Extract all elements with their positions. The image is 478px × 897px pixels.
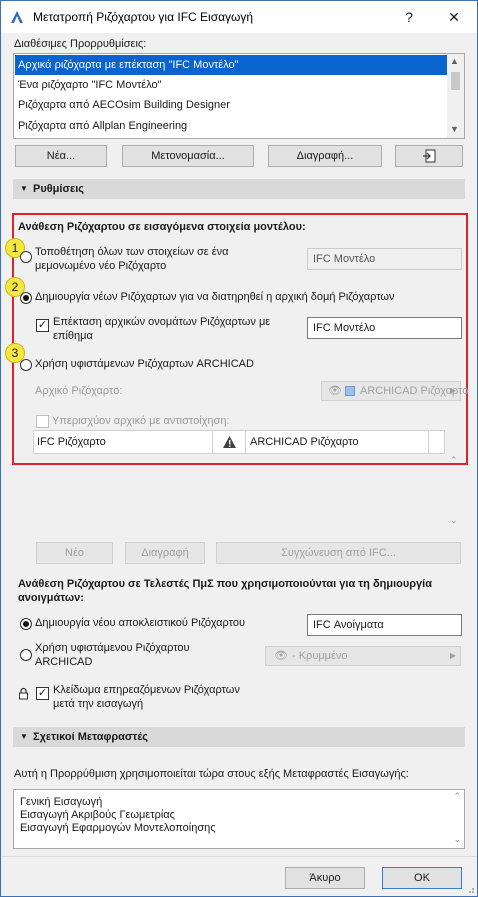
dropdown-arrow-icon: ▶ xyxy=(449,386,456,395)
collapse-triangle-icon: ▼ xyxy=(20,184,28,193)
grid-scroll-up-icon[interactable]: ⌃ xyxy=(450,455,458,466)
single-layer-label-line1: Τοποθέτηση όλων των στοιχείων σε ένα xyxy=(35,246,229,258)
single-layer-radio[interactable] xyxy=(20,251,32,263)
scroll-up-icon[interactable]: ▲ xyxy=(450,56,459,66)
single-layer-label-line2: μεμονωμένο νέο Ριζόχαρτο xyxy=(35,260,167,272)
existing-opening-layer-label-line2: ARCHICAD xyxy=(35,656,93,668)
collapse-triangle-icon: ▼ xyxy=(20,732,28,741)
new-layers-label: Δημιουργία νέων Ριζόχαρτων για να διατηρ… xyxy=(35,291,395,303)
lock-layers-label-line1: Κλείδωμα επηρεαζόμενων Ριζόχαρτων xyxy=(53,684,240,696)
layer-icon xyxy=(345,386,355,396)
footer-bar: Άκυρο OK xyxy=(1,856,477,896)
grid-warning-cell xyxy=(212,431,246,453)
presets-scrollbar[interactable]: ▲ ▼ xyxy=(447,54,464,138)
lock-icon xyxy=(19,687,28,700)
grid-scroll-down-icon[interactable]: ⌄ xyxy=(450,515,458,526)
close-button[interactable]: ✕ xyxy=(443,7,465,27)
grid-divider xyxy=(428,431,429,453)
existing-layers-label: Χρήση υφιστάμενων Ριζόχαρτων ARCHICAD xyxy=(35,358,254,370)
openings-heading-line2: ανοιγμάτων: xyxy=(18,592,84,604)
delete-mapping-button[interactable]: Διαγραφή xyxy=(125,542,205,564)
window-title: Μετατροπή Ριζόχαρτου για IFC Εισαγωγή xyxy=(33,10,254,24)
original-layer-label: Αρχικό Ριζόχαρτο: xyxy=(35,385,123,397)
new-opening-layer-radio[interactable] xyxy=(20,618,32,630)
new-preset-button[interactable]: Νέα... xyxy=(15,145,107,167)
settings-header-label: Ρυθμίσεις xyxy=(33,183,84,195)
presets-label: Διαθέσιμες Προρρυθμίσεις: xyxy=(14,38,147,50)
existing-opening-layer-dropdown[interactable]: 👁 - Κρυμμένο ▶ xyxy=(265,646,461,666)
settings-section-header[interactable]: ▼ Ρυθμίσεις xyxy=(13,179,465,199)
override-mapping-checkbox[interactable] xyxy=(36,415,49,428)
scroll-down-icon[interactable]: ▼ xyxy=(450,124,459,134)
new-layers-radio[interactable] xyxy=(20,292,32,304)
scroll-thumb[interactable] xyxy=(451,72,460,90)
presets-list[interactable]: Αρχικά ριζόχαρτα με επέκταση "IFC Μοντέλ… xyxy=(13,53,465,139)
dropdown-arrow-icon: ▶ xyxy=(449,651,456,660)
layer-assignment-heading: Ανάθεση Ριζόχαρτου σε εισαγόμενα στοιχεί… xyxy=(18,221,306,233)
translator-item: Εισαγωγή Ακριβούς Γεωμετρίας xyxy=(20,809,175,821)
warning-icon xyxy=(223,436,236,448)
existing-opening-layer-value: - Κρυμμένο xyxy=(292,650,348,662)
preset-item[interactable]: Ριζόχαρτα από AECOsim Building Designer xyxy=(15,95,447,115)
cancel-button[interactable]: Άκυρο xyxy=(285,867,365,889)
openings-heading-line1: Ανάθεση Ριζόχαρτου σε Τελεστές ΠμΣ που χ… xyxy=(18,578,432,590)
import-icon xyxy=(423,149,436,163)
extend-names-label-line2: επίθημα xyxy=(53,330,93,342)
translators-header-label: Σχετικοί Μεταφραστές xyxy=(33,731,149,743)
extend-names-label-line1: Επέκταση αρχικών ονομάτων Ριζόχαρτων με xyxy=(53,316,271,328)
override-mapping-label: Υπερισχύον αρχικό με αντιστοίχηση: xyxy=(52,415,230,427)
dialog-window: Μετατροπή Ριζόχαρτου για IFC Εισαγωγή ? … xyxy=(0,0,478,897)
suffix-field[interactable]: IFC Μοντέλο xyxy=(307,317,462,339)
original-layer-dropdown[interactable]: 👁 ARCHICAD Ριζόχαρτο ▶ xyxy=(321,381,468,401)
ok-button[interactable]: OK xyxy=(382,867,462,889)
existing-opening-layer-label-line1: Χρήση υφιστάμενου Ριζόχαρτου xyxy=(35,642,190,654)
single-layer-name-field[interactable]: IFC Μοντέλο xyxy=(307,248,462,270)
lock-layers-label-line2: μετά την εισαγωγή xyxy=(53,698,144,710)
preset-item[interactable]: Ένα ριζόχαρτο "IFC Μοντέλο" xyxy=(15,75,447,95)
mapping-grid[interactable]: IFC Ριζόχαρτο ARCHICAD Ριζόχαρτο xyxy=(33,430,445,454)
existing-opening-layer-radio[interactable] xyxy=(20,649,32,661)
title-bar: Μετατροπή Ριζόχαρτου για IFC Εισαγωγή ? … xyxy=(1,1,477,33)
new-opening-layer-label: Δημιουργία νέου αποκλειστικού Ριζόχαρτου xyxy=(35,617,245,629)
translator-item: Γενική Εισαγωγή xyxy=(20,796,103,808)
grid-archicad-layer-header: ARCHICAD Ριζόχαρτο xyxy=(250,436,359,448)
import-preset-button[interactable] xyxy=(395,145,463,167)
grid-ifc-layer-header: IFC Ριζόχαρτο xyxy=(37,436,106,448)
extend-names-checkbox[interactable]: ✓ xyxy=(36,319,49,332)
translator-item: Εισαγωγή Εφαρμογών Μοντελοποίησης xyxy=(20,822,216,834)
merge-from-ifc-button[interactable]: Συγχώνευση από IFC... xyxy=(216,542,461,564)
list-scroll-up-icon[interactable]: ⌃ xyxy=(453,791,461,802)
opening-layer-name-field[interactable]: IFC Ανοίγματα xyxy=(307,614,462,636)
translators-description: Αυτή η Προρρύθμιση χρησιμοποιείται τώρα … xyxy=(14,768,409,780)
new-mapping-button[interactable]: Νέο xyxy=(36,542,113,564)
help-button[interactable]: ? xyxy=(399,7,419,27)
translators-section-header[interactable]: ▼ Σχετικοί Μεταφραστές xyxy=(13,727,465,747)
archicad-app-icon xyxy=(11,11,23,23)
list-scroll-down-icon[interactable]: ⌄ xyxy=(453,834,461,845)
eye-icon: 👁 xyxy=(274,650,288,662)
rename-preset-button[interactable]: Μετονομασία... xyxy=(122,145,254,167)
preset-item[interactable]: Αρχικά ριζόχαρτα με επέκταση "IFC Μοντέλ… xyxy=(15,55,447,75)
translators-list: Γενική Εισαγωγή Εισαγωγή Ακριβούς Γεωμετ… xyxy=(13,789,465,849)
grid-scrollbar[interactable]: ⌃ ⌄ xyxy=(450,455,460,539)
eye-icon: 👁 xyxy=(328,385,342,397)
existing-layers-radio[interactable] xyxy=(20,359,32,371)
lock-layers-checkbox[interactable]: ✓ xyxy=(36,687,49,700)
delete-preset-button[interactable]: Διαγραφή... xyxy=(268,145,382,167)
resize-grip-icon[interactable] xyxy=(465,884,475,894)
preset-item[interactable]: Ριζόχαρτα από Allplan Engineering xyxy=(15,116,447,136)
